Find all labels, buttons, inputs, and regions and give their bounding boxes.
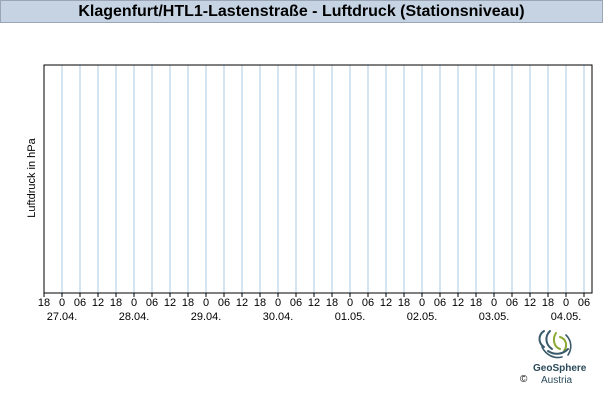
date-label: 04.05. (551, 311, 582, 323)
x-tick-label: 18 (470, 297, 482, 309)
x-tick-label: 06 (506, 297, 518, 309)
x-tick-label: 12 (236, 297, 248, 309)
x-tick-label: 0 (131, 297, 137, 309)
x-tick-label: 18 (398, 297, 410, 309)
date-label: 28.04. (119, 311, 150, 323)
x-tick-label: 06 (434, 297, 446, 309)
chart: 18 0 06 12 18 0 06 12 18 0 06 12 18 0 06 12 18 0 06 12 18 0 06… (38, 64, 593, 323)
date-label: 03.05. (479, 311, 510, 323)
date-labels: 27.04. 28.04. 29.04. 30.04. 01.05. 02.05. 03.0… (47, 311, 582, 323)
x-tick-label: 18 (38, 297, 50, 309)
date-label: 02.05. (407, 311, 438, 323)
y-axis-label: Luftdruck in hPa (26, 138, 38, 218)
x-tick-label: 06 (146, 297, 158, 309)
logo-country: Austria (541, 375, 573, 386)
x-tick-label: 0 (59, 297, 65, 309)
x-tick-label: 18 (326, 297, 338, 309)
copyright-symbol: © (520, 374, 528, 385)
x-tick-label: 06 (362, 297, 374, 309)
x-tick-label: 12 (380, 297, 392, 309)
x-tick-label: 12 (164, 297, 176, 309)
x-tick-label: 18 (182, 297, 194, 309)
logo-name: GeoSphere (533, 363, 587, 374)
x-tick-label: 06 (290, 297, 302, 309)
x-tick-label: 0 (419, 297, 425, 309)
x-tick-label: 12 (524, 297, 536, 309)
x-tick-label: 0 (563, 297, 569, 309)
date-label: 01.05. (335, 311, 366, 323)
x-tick-label: 06 (74, 297, 86, 309)
x-tick-label: 06 (218, 297, 230, 309)
x-tick-label: 18 (254, 297, 266, 309)
x-tick-label: 18 (110, 297, 122, 309)
x-tick-label: 0 (347, 297, 353, 309)
plot-area (43, 64, 593, 294)
x-tick-label: 06 (578, 297, 590, 309)
x-axis-labels: 18 0 06 12 18 0 06 12 18 0 06 12 18 0 06 12 18 0 06 12 18 0 06… (38, 297, 590, 309)
x-tick-label: 12 (308, 297, 320, 309)
grid-lines (61, 65, 585, 293)
x-tick-label: 0 (491, 297, 497, 309)
date-label: 27.04. (47, 311, 78, 323)
date-label: 29.04. (191, 311, 222, 323)
x-tick-label: 0 (275, 297, 281, 309)
x-tick-label: 0 (203, 297, 209, 309)
x-tick-label: 18 (542, 297, 554, 309)
date-label: 30.04. (263, 311, 294, 323)
x-tick-label: 12 (92, 297, 104, 309)
x-tick-label: 12 (452, 297, 464, 309)
